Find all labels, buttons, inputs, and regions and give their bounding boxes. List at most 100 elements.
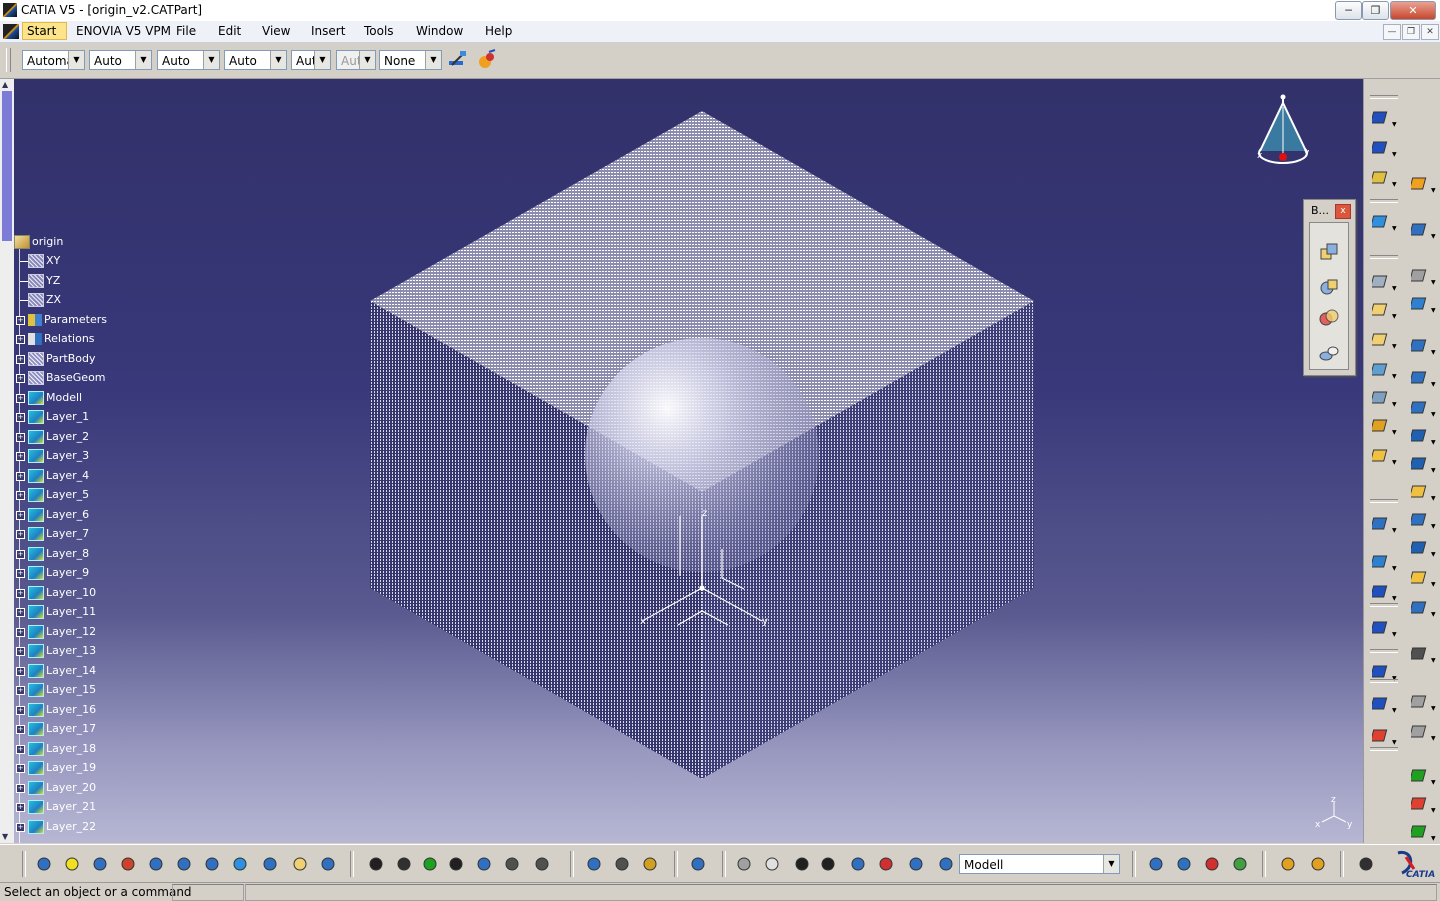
dropdown-arrow-icon[interactable]: ▼ <box>1392 151 1397 158</box>
publication-icon[interactable] <box>530 852 554 876</box>
tree-item[interactable]: YZ <box>28 273 60 289</box>
expand-icon[interactable]: + <box>16 667 25 676</box>
tree-item[interactable]: Layer_10 <box>28 585 96 601</box>
tree-item[interactable]: Layer_6 <box>28 507 89 523</box>
loft-icon[interactable] <box>1409 595 1433 619</box>
dropdown-arrow-icon[interactable]: ▼ <box>1431 495 1436 502</box>
rotate-icon[interactable] <box>116 852 140 876</box>
slot-icon[interactable] <box>1409 535 1433 559</box>
menu-start[interactable]: Start <box>22 22 68 40</box>
shaft-icon[interactable] <box>1370 327 1394 351</box>
inertia-icon[interactable] <box>638 852 662 876</box>
analysis-icon[interactable] <box>1370 691 1394 715</box>
expand-icon[interactable]: + <box>16 823 25 832</box>
sketcher-icon[interactable] <box>1409 217 1433 241</box>
shell-icon[interactable] <box>1409 423 1433 447</box>
painter-icon[interactable] <box>445 48 469 72</box>
color-combo[interactable]: Automatic ▼ <box>22 50 85 70</box>
tree-item[interactable]: Layer_22 <box>28 819 96 835</box>
expand-icon[interactable]: + <box>16 335 25 344</box>
sketch-tools-icon[interactable] <box>1144 852 1168 876</box>
tree-item[interactable]: Layer_19 <box>28 760 96 776</box>
chamfer-icon[interactable] <box>1409 365 1433 389</box>
photo-icon[interactable] <box>1200 852 1224 876</box>
scroll-up-icon[interactable]: ▲ <box>2 80 8 89</box>
axis-compass-icon[interactable] <box>790 852 814 876</box>
groove-icon[interactable] <box>1370 357 1394 381</box>
expand-icon[interactable]: + <box>16 511 25 520</box>
point-symbol-combo[interactable]: Auto ▼ <box>291 50 331 70</box>
expand-icon[interactable]: + <box>16 472 25 481</box>
boolean-add-icon[interactable] <box>1317 240 1341 264</box>
sketch-positioned-icon[interactable] <box>1409 263 1433 287</box>
status-input-field[interactable] <box>172 884 244 901</box>
expand-icon[interactable]: + <box>16 394 25 403</box>
pan-icon[interactable] <box>88 852 112 876</box>
draft-icon[interactable] <box>1409 395 1433 419</box>
apply-material-icon[interactable] <box>1370 723 1394 747</box>
tree-item[interactable]: Layer_4 <box>28 468 89 484</box>
thickness-icon[interactable] <box>1409 451 1433 475</box>
dropdown-arrow-icon[interactable]: ▼ <box>1392 739 1397 746</box>
rib-icon[interactable] <box>1409 507 1433 531</box>
3d-viewport[interactable]: z y x origin XY YZ ZX + Parameters + Relations… <box>14 79 1363 843</box>
reference-element-icon[interactable] <box>1409 689 1433 713</box>
expand-icon[interactable]: + <box>16 355 25 364</box>
expand-icon[interactable]: + <box>16 452 25 461</box>
boolean-intersect-icon[interactable] <box>1317 306 1341 330</box>
tree-root[interactable]: origin <box>14 234 63 250</box>
expand-icon[interactable]: + <box>16 803 25 812</box>
tree-item[interactable]: Layer_18 <box>28 741 96 757</box>
dropdown-arrow-icon[interactable]: ▼ <box>1431 581 1436 588</box>
capture-icon[interactable] <box>1354 852 1378 876</box>
hide-show-icon[interactable] <box>288 852 312 876</box>
tree-item[interactable]: Layer_3 <box>28 448 89 464</box>
compass[interactable]: x y <box>1252 93 1318 175</box>
expand-icon[interactable]: + <box>16 608 25 617</box>
dropdown-arrow-icon[interactable]: ▼ <box>1431 439 1436 446</box>
dropdown-arrow-icon[interactable]: ▼ <box>1431 735 1436 742</box>
boundary-icon[interactable] <box>1409 291 1433 315</box>
tree-item[interactable]: Layer_8 <box>28 546 89 562</box>
tree-item[interactable]: PartBody <box>28 351 95 367</box>
dropdown-arrow-icon[interactable]: ▼ <box>1431 187 1436 194</box>
table-icon[interactable] <box>444 852 468 876</box>
define-work-object-icon[interactable] <box>874 852 898 876</box>
transparency-combo[interactable]: Auto ▼ <box>89 50 152 70</box>
sketch-analysis-icon[interactable] <box>1409 763 1433 787</box>
scan-icon[interactable] <box>846 852 870 876</box>
tree-item[interactable]: Layer_15 <box>28 682 96 698</box>
expand-icon[interactable]: + <box>16 374 25 383</box>
menu-tools[interactable]: Tools <box>364 24 394 38</box>
dropdown-arrow-icon[interactable]: ▼ <box>1392 225 1397 232</box>
dropdown-arrow-icon[interactable]: ▼ <box>1392 373 1397 380</box>
dropdown-arrow-icon[interactable]: ▼ <box>1392 313 1397 320</box>
current-body-combo[interactable]: Modell ▼ <box>959 854 1120 874</box>
coordinate-icon[interactable] <box>816 852 840 876</box>
tree-item[interactable]: Layer_13 <box>28 643 96 659</box>
tree-item[interactable]: Layer_7 <box>28 526 89 542</box>
list-icon[interactable] <box>904 852 928 876</box>
sketch-icon[interactable] <box>1370 209 1394 233</box>
layer-combo[interactable]: None ▼ <box>379 50 442 70</box>
dropdown-arrow-icon[interactable]: ▼ <box>1431 411 1436 418</box>
chevron-down-icon[interactable]: ▼ <box>68 51 84 69</box>
dropdown-arrow-icon[interactable]: ▼ <box>1431 611 1436 618</box>
expand-icon[interactable]: + <box>16 784 25 793</box>
expand-icon[interactable]: + <box>16 628 25 637</box>
expand-icon[interactable]: + <box>16 589 25 598</box>
floating-toolbar[interactable]: B... x <box>1303 199 1356 376</box>
pad-icon[interactable] <box>1370 269 1394 293</box>
draft-analysis-icon[interactable] <box>1409 819 1433 843</box>
dropdown-arrow-icon[interactable]: ▼ <box>1431 551 1436 558</box>
expand-icon[interactable]: + <box>16 764 25 773</box>
expand-icon[interactable]: + <box>16 686 25 695</box>
copy-icon[interactable] <box>1409 719 1433 743</box>
dropdown-arrow-icon[interactable]: ▼ <box>1392 631 1397 638</box>
knowledge-icon[interactable] <box>392 852 416 876</box>
restore-button[interactable]: ❐ <box>1362 1 1389 20</box>
tree-item[interactable]: Layer_16 <box>28 702 96 718</box>
work-object-icon[interactable] <box>934 852 958 876</box>
grab-icon[interactable] <box>760 852 784 876</box>
properties-painter-icon[interactable] <box>474 48 498 72</box>
